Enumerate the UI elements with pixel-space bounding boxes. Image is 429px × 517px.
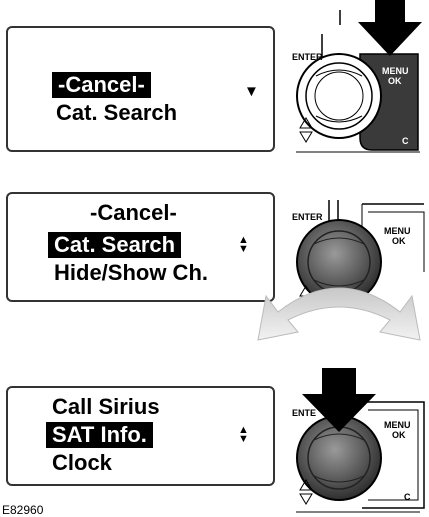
control-panel-step-2 bbox=[257, 200, 425, 353]
enter-label: ENTER bbox=[292, 52, 323, 62]
menu-label: MENU bbox=[384, 420, 411, 430]
ok-label: OK bbox=[392, 430, 406, 440]
enter-label: ENTE bbox=[292, 408, 317, 418]
control-panel-step-1 bbox=[296, 0, 422, 153]
press-arrow-icon bbox=[302, 368, 376, 432]
press-arrow-icon bbox=[358, 0, 422, 56]
c-label: C bbox=[402, 136, 409, 146]
enter-label: ENTER bbox=[292, 212, 323, 222]
down-arrow-icon bbox=[299, 493, 313, 505]
control-panel-step-3 bbox=[296, 368, 425, 513]
menu-label: MENU bbox=[382, 66, 409, 76]
down-arrow-icon bbox=[299, 131, 313, 143]
c-label: C bbox=[404, 492, 411, 502]
rotate-arrow-icon bbox=[257, 287, 421, 341]
control-illustrations bbox=[257, 0, 425, 513]
ok-label: OK bbox=[392, 236, 406, 246]
ok-label: OK bbox=[388, 76, 402, 86]
menu-label: MENU bbox=[384, 226, 411, 236]
figure-id: E82960 bbox=[2, 503, 44, 517]
